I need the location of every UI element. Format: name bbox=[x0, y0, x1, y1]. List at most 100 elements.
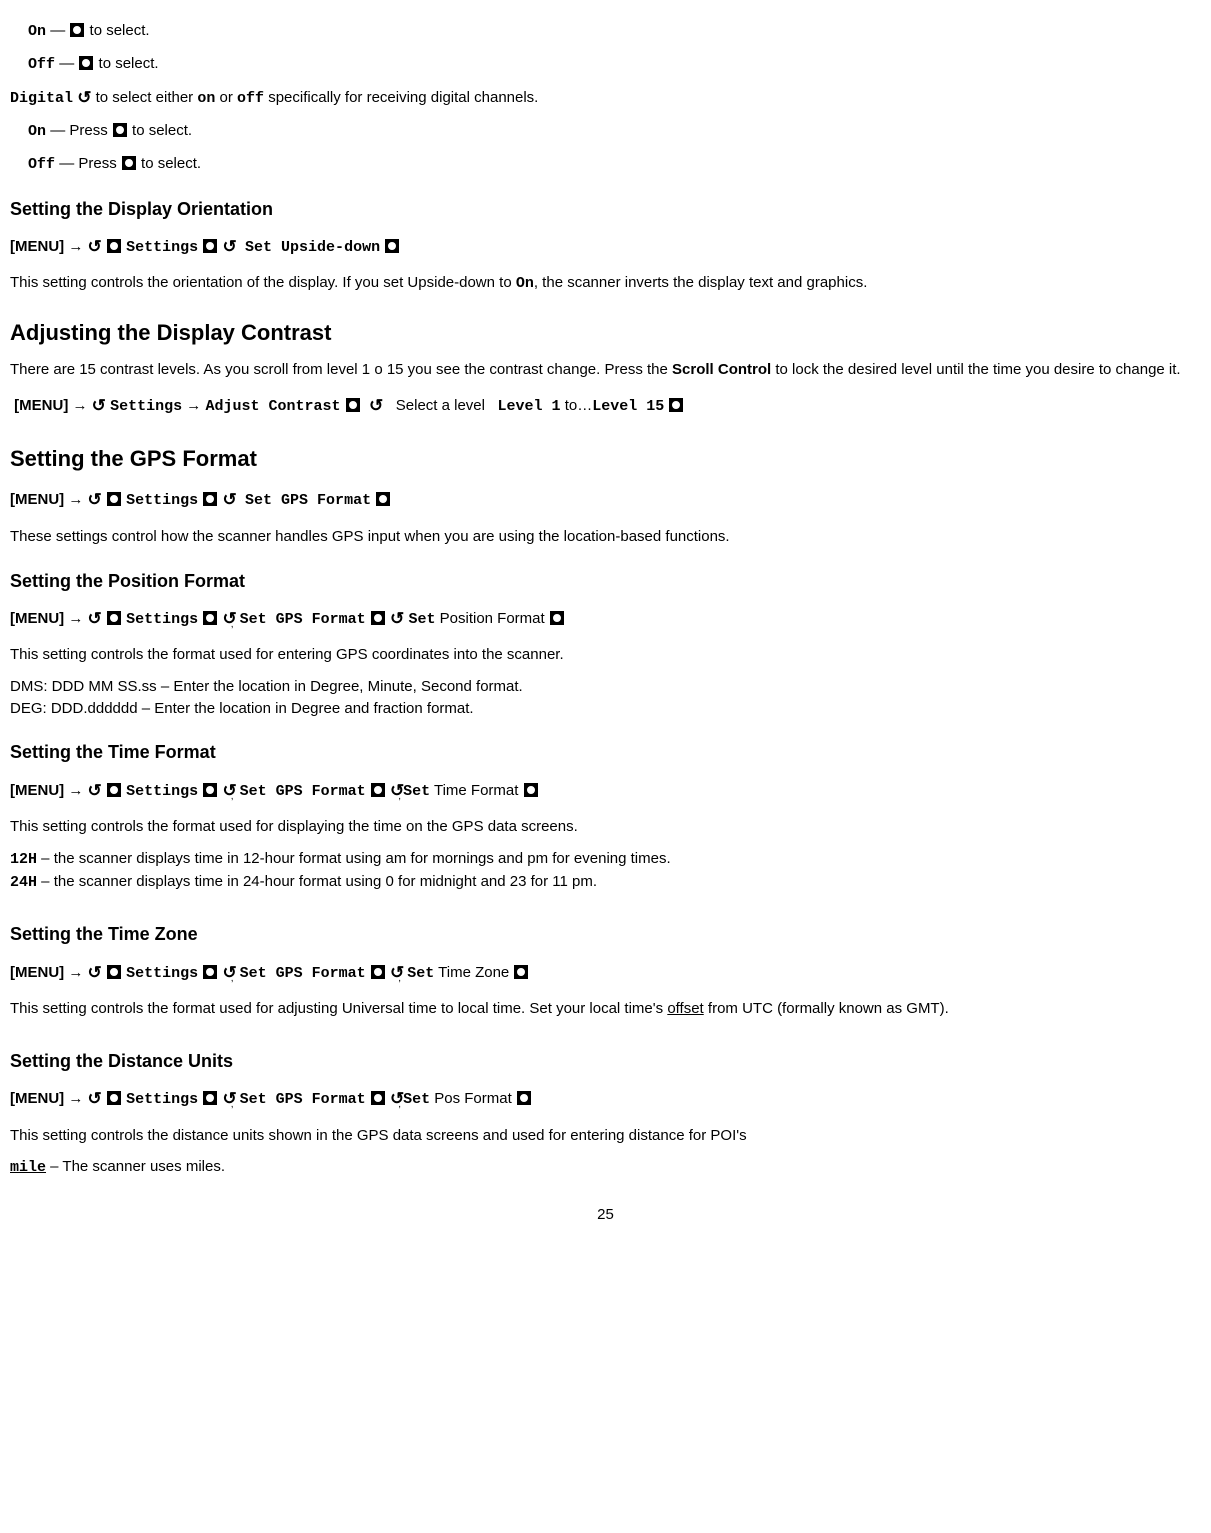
text: to select. bbox=[128, 122, 192, 139]
enter-icon bbox=[371, 965, 385, 979]
scroll-icon: ↺ bbox=[222, 604, 236, 635]
path-position-format: [MENU] → ↺ Settings ↺, Set GPS Format ↺ … bbox=[10, 604, 1201, 635]
heading-position-format: Setting the Position Format bbox=[10, 568, 1201, 594]
heading-display-contrast: Adjusting the Display Contrast bbox=[10, 317, 1201, 349]
time-zone-text: Time Zone bbox=[434, 964, 513, 981]
set-upside-down-label: Set Upside-down bbox=[245, 239, 380, 256]
on-word: on bbox=[197, 90, 215, 107]
sep: — bbox=[50, 22, 69, 39]
text: to select. bbox=[99, 55, 159, 72]
menu-key: [MENU] bbox=[10, 491, 64, 508]
settings-label: Settings bbox=[110, 398, 182, 415]
set-label: Set bbox=[403, 783, 430, 800]
arrow-icon: → bbox=[73, 392, 88, 419]
set-gps-format-label: Set GPS Format bbox=[240, 611, 366, 628]
enter-icon bbox=[122, 156, 136, 170]
scroll-icon: ↺ bbox=[88, 958, 102, 989]
enter-icon bbox=[203, 965, 217, 979]
scroll-icon: ↺ bbox=[88, 1084, 102, 1115]
select-level-text: Select a level bbox=[396, 397, 485, 414]
label-off: Off bbox=[28, 56, 55, 73]
arrow-icon: → bbox=[68, 233, 83, 260]
enter-icon bbox=[371, 611, 385, 625]
scroll-icon: ↺ bbox=[88, 232, 102, 263]
h12-label: 12H bbox=[10, 851, 37, 868]
heading-time-format: Setting the Time Format bbox=[10, 739, 1201, 765]
enter-icon bbox=[107, 239, 121, 253]
enter-icon bbox=[550, 611, 564, 625]
settings-label: Settings bbox=[126, 611, 198, 628]
menu-key: [MENU] bbox=[10, 964, 64, 981]
time-format-text: Time Format bbox=[430, 782, 523, 799]
set-label: Set bbox=[403, 1091, 430, 1108]
arrow-icon: → bbox=[68, 486, 83, 513]
digital-line: Digital ↺ to select either on or off spe… bbox=[10, 86, 1201, 111]
desc-display-orientation: This setting controls the orientation of… bbox=[10, 272, 1201, 295]
text: to select either bbox=[96, 89, 198, 106]
text: , the scanner inverts the display text a… bbox=[534, 274, 868, 291]
path-time-format: [MENU] → ↺ Settings ↺, Set GPS Format ↺,… bbox=[10, 776, 1201, 807]
option-on-line: On — to select. bbox=[28, 20, 1201, 43]
enter-icon bbox=[107, 1091, 121, 1105]
label-on: On bbox=[28, 123, 46, 140]
time-format-options: 12H – the scanner displays time in 12-ho… bbox=[10, 848, 1201, 894]
path-distance-units: [MENU] → ↺ Settings ↺, Set GPS Format ↺,… bbox=[10, 1084, 1201, 1115]
menu-key: [MENU] bbox=[14, 397, 68, 414]
text: specifically for receiving digital chann… bbox=[264, 89, 538, 106]
menu-key: [MENU] bbox=[10, 1090, 64, 1107]
settings-label: Settings bbox=[126, 1091, 198, 1108]
enter-icon bbox=[203, 239, 217, 253]
scroll-icon: ↺ bbox=[222, 1084, 236, 1115]
enter-icon bbox=[107, 492, 121, 506]
set-gps-format-label: Set GPS Format bbox=[240, 1091, 366, 1108]
adjust-contrast-label: Adjust Contrast bbox=[205, 398, 340, 415]
enter-icon bbox=[514, 965, 528, 979]
mile-line: mile – The scanner uses miles. bbox=[10, 1156, 1201, 1179]
offset-link[interactable]: offset bbox=[667, 1000, 703, 1017]
enter-icon bbox=[107, 611, 121, 625]
comma-icon: , bbox=[398, 1099, 401, 1110]
enter-icon bbox=[107, 965, 121, 979]
scroll-control-label: Scroll Control bbox=[672, 361, 771, 378]
arrow-icon: → bbox=[68, 1085, 83, 1112]
enter-icon bbox=[70, 23, 84, 37]
on-word: On bbox=[516, 275, 534, 292]
level-15-label: Level 15 bbox=[592, 398, 664, 415]
text: or bbox=[215, 89, 237, 106]
set-gps-format-label: Set GPS Format bbox=[240, 965, 366, 982]
path-time-zone: [MENU] → ↺ Settings ↺, Set GPS Format ↺,… bbox=[10, 958, 1201, 989]
enter-icon bbox=[371, 1091, 385, 1105]
desc-distance-units: This setting controls the distance units… bbox=[10, 1125, 1201, 1147]
text: to select. bbox=[90, 22, 150, 39]
digital-off-line: Off — Press to select. bbox=[28, 153, 1201, 176]
enter-icon bbox=[203, 611, 217, 625]
arrow-icon: → bbox=[68, 777, 83, 804]
menu-key: [MENU] bbox=[10, 238, 64, 255]
scroll-icon: ↺ bbox=[390, 604, 404, 635]
arrow-icon: → bbox=[68, 959, 83, 986]
digital-label: Digital bbox=[10, 90, 73, 107]
enter-icon bbox=[385, 239, 399, 253]
level-1-label: Level 1 bbox=[498, 398, 561, 415]
scroll-icon: ↺ bbox=[222, 232, 236, 263]
path-display-orientation: [MENU] → ↺ Settings ↺ Set Upside-down bbox=[10, 232, 1201, 263]
h24-label: 24H bbox=[10, 874, 37, 891]
page-number: 25 bbox=[10, 1204, 1201, 1226]
scroll-icon: ↺ bbox=[222, 485, 236, 516]
menu-key: [MENU] bbox=[10, 610, 64, 627]
text: There are 15 contrast levels. As you scr… bbox=[10, 361, 672, 378]
enter-icon bbox=[376, 492, 390, 506]
enter-icon bbox=[113, 123, 127, 137]
desc-display-contrast: There are 15 contrast levels. As you scr… bbox=[10, 359, 1201, 381]
set-label: Set bbox=[407, 965, 434, 982]
scroll-icon: ↺ bbox=[92, 391, 106, 422]
scroll-icon: ↺ bbox=[222, 958, 236, 989]
scroll-icon: ↺ bbox=[77, 86, 91, 111]
desc-gps-format: These settings control how the scanner h… bbox=[10, 526, 1201, 548]
pos-format-text: Pos Format bbox=[430, 1090, 516, 1107]
settings-label: Settings bbox=[126, 965, 198, 982]
heading-gps-format: Setting the GPS Format bbox=[10, 443, 1201, 475]
enter-icon bbox=[203, 492, 217, 506]
arrow-icon: → bbox=[68, 605, 83, 632]
heading-display-orientation: Setting the Display Orientation bbox=[10, 196, 1201, 222]
